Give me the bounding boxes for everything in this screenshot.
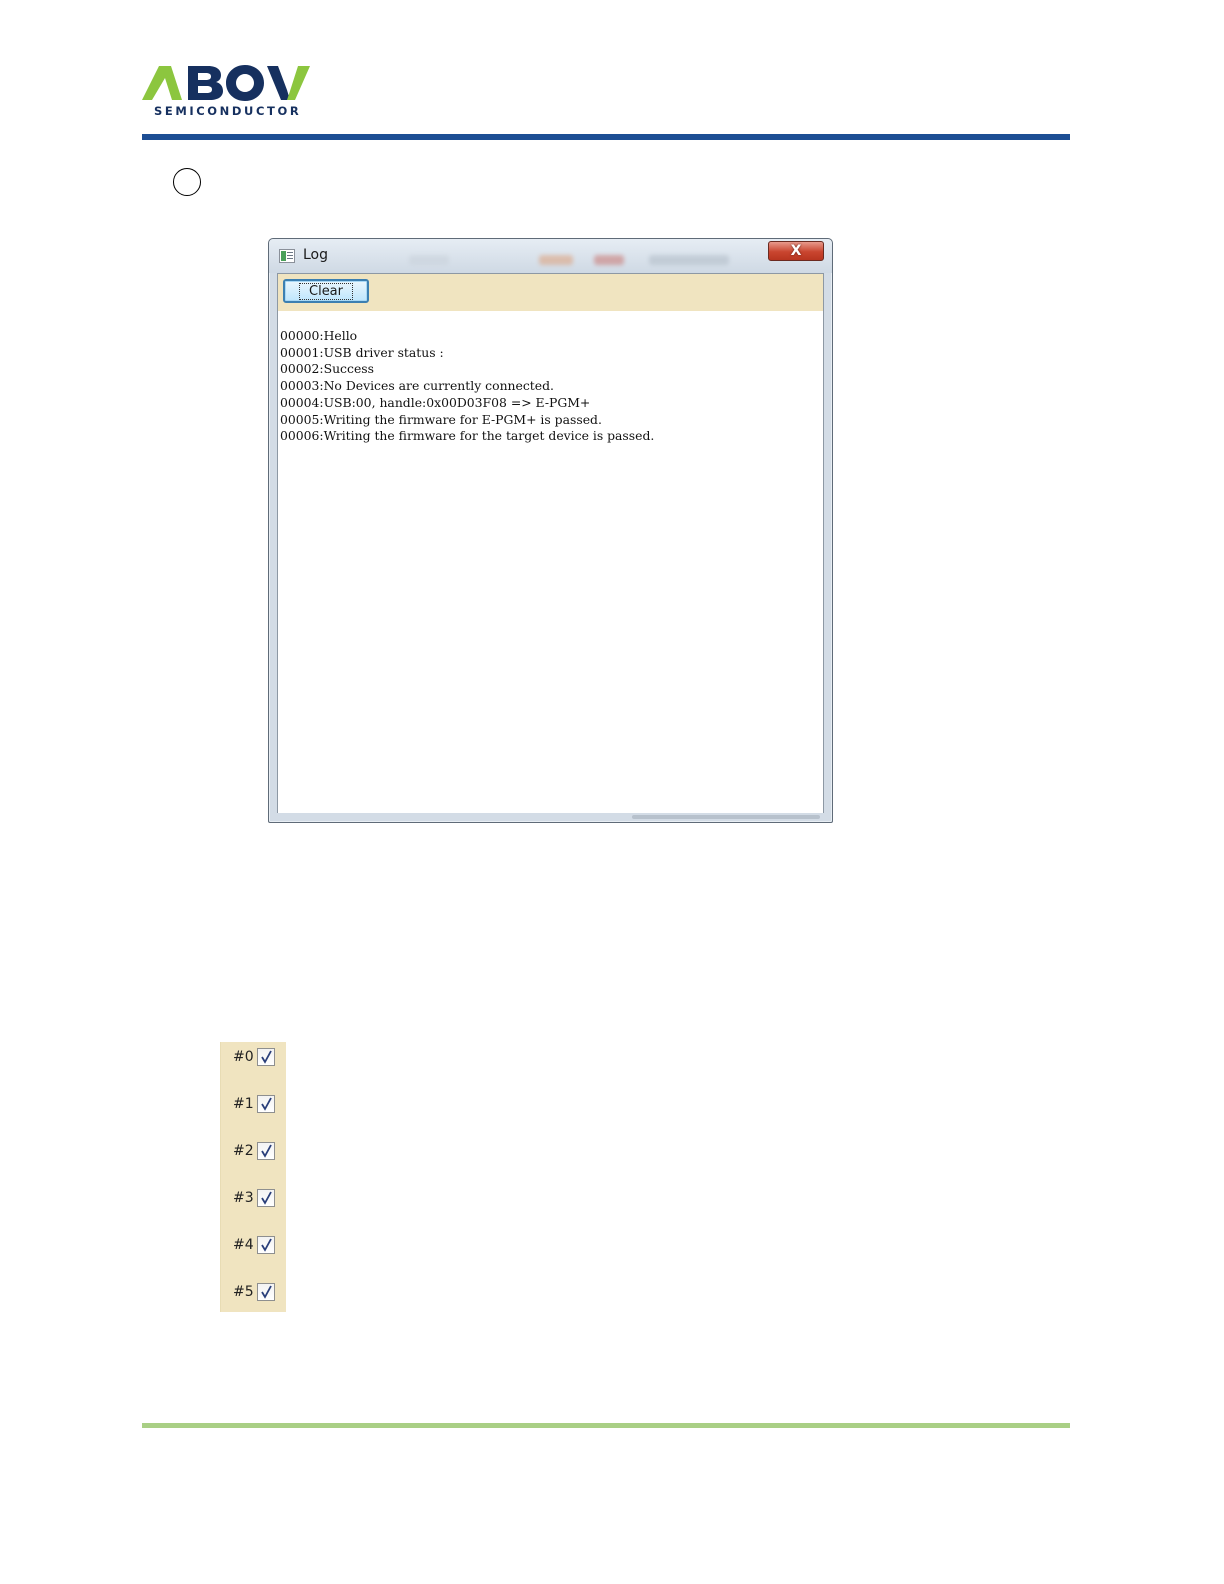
channel-item-0[interactable]: #0 <box>221 1046 287 1068</box>
checkmark-icon <box>261 1285 272 1299</box>
step-marker-circle <box>173 168 201 196</box>
log-line: 00006:Writing the firmware for the targe… <box>280 428 655 444</box>
channel-checkbox[interactable] <box>257 1283 275 1301</box>
channel-label: #1 <box>233 1096 254 1112</box>
channel-item-5[interactable]: #5 <box>221 1281 287 1303</box>
checkmark-icon <box>261 1238 272 1252</box>
log-line: 00002:Success <box>280 361 374 377</box>
log-line: 00003:No Devices are currently connected… <box>280 378 554 394</box>
logo-subtext: SEMICONDUCTOR <box>154 104 302 118</box>
channel-label: #4 <box>233 1237 254 1253</box>
channel-item-3[interactable]: #3 <box>221 1187 287 1209</box>
log-toolbar: Clear <box>278 274 823 311</box>
channel-checkbox[interactable] <box>257 1095 275 1113</box>
log-line: 00001:USB driver status : <box>280 344 444 360</box>
log-line: 00000:Hello <box>280 328 358 343</box>
checkmark-icon <box>261 1097 272 1111</box>
channel-item-2[interactable]: #2 <box>221 1140 287 1162</box>
channel-label: #2 <box>233 1143 254 1159</box>
channel-checkbox[interactable] <box>257 1048 275 1066</box>
header-divider <box>142 134 1070 140</box>
log-line: 00004:USB:00, handle:0x00D03F08 => E-PGM… <box>280 394 591 410</box>
channel-label: #0 <box>233 1049 254 1065</box>
close-icon: X <box>790 243 802 259</box>
clear-button[interactable]: Clear <box>283 279 369 303</box>
window-title: Log <box>303 247 329 263</box>
log-window: Log X Clear 00000:Hello 00001:USB driver… <box>268 238 833 823</box>
background-blur <box>409 251 739 271</box>
channel-item-1[interactable]: #1 <box>221 1093 287 1115</box>
log-client-area: Clear 00000:Hello 00001:USB driver statu… <box>277 273 824 815</box>
channel-checkbox[interactable] <box>257 1142 275 1160</box>
close-button[interactable]: X <box>768 241 824 261</box>
channel-checklist: #0 #1 #2 #3 #4 #5 <box>220 1042 286 1312</box>
abov-logo: SEMICONDUCTOR <box>142 64 314 120</box>
window-bottom-edge <box>277 813 824 821</box>
checkmark-icon <box>261 1050 272 1064</box>
checkmark-icon <box>261 1191 272 1205</box>
channel-item-4[interactable]: #4 <box>221 1234 287 1256</box>
log-line: 00005:Writing the firmware for E-PGM+ is… <box>280 411 602 427</box>
log-app-icon <box>279 249 295 263</box>
logo-mark <box>142 65 310 101</box>
channel-label: #3 <box>233 1190 254 1206</box>
channel-checkbox[interactable] <box>257 1236 275 1254</box>
channel-label: #5 <box>233 1284 254 1300</box>
clear-button-label: Clear <box>299 282 353 300</box>
window-titlebar[interactable]: Log X <box>269 239 832 273</box>
checkmark-icon <box>261 1144 272 1158</box>
log-output[interactable]: 00000:Hello 00001:USB driver status : 00… <box>280 328 820 445</box>
footer-divider <box>142 1423 1070 1428</box>
channel-checkbox[interactable] <box>257 1189 275 1207</box>
